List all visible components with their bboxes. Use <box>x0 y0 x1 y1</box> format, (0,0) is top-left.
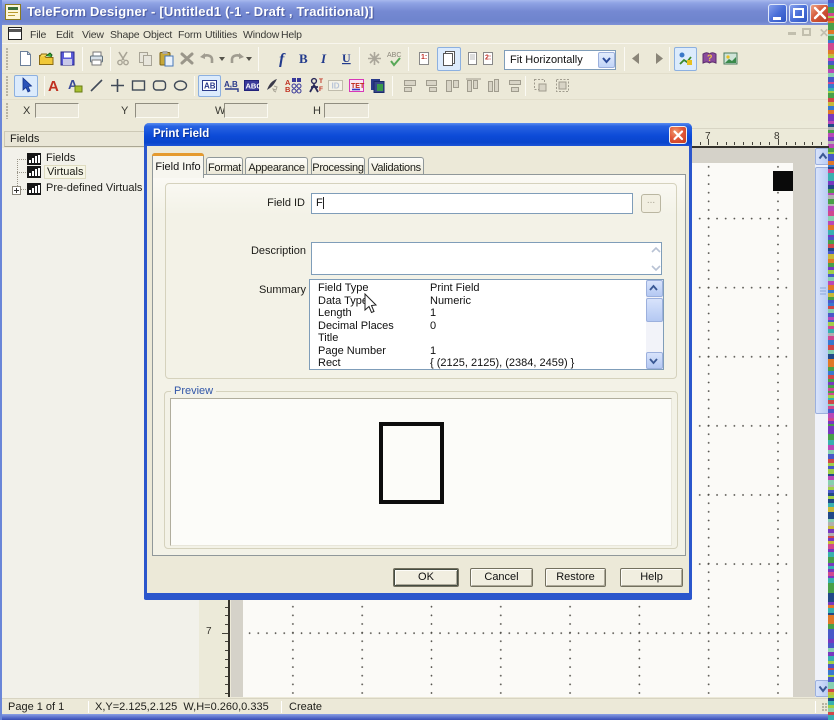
svg-text:ID: ID <box>332 82 340 91</box>
svg-text:B: B <box>285 85 291 94</box>
svg-text:f: f <box>279 51 286 67</box>
svg-text:?: ? <box>707 53 713 63</box>
svg-text:A: A <box>48 78 59 94</box>
svg-text:T: T <box>319 78 323 85</box>
svg-text:AB: AB <box>204 82 216 91</box>
svg-text:B: B <box>299 51 308 66</box>
svg-text:A,B: A,B <box>224 80 238 89</box>
svg-text:F: F <box>319 86 323 93</box>
svg-text:I: I <box>320 51 327 66</box>
svg-text:U: U <box>342 51 351 65</box>
svg-text:ABC: ABC <box>246 82 261 91</box>
svg-text:1:: 1: <box>421 54 427 61</box>
svg-text:2:: 2: <box>485 55 491 62</box>
